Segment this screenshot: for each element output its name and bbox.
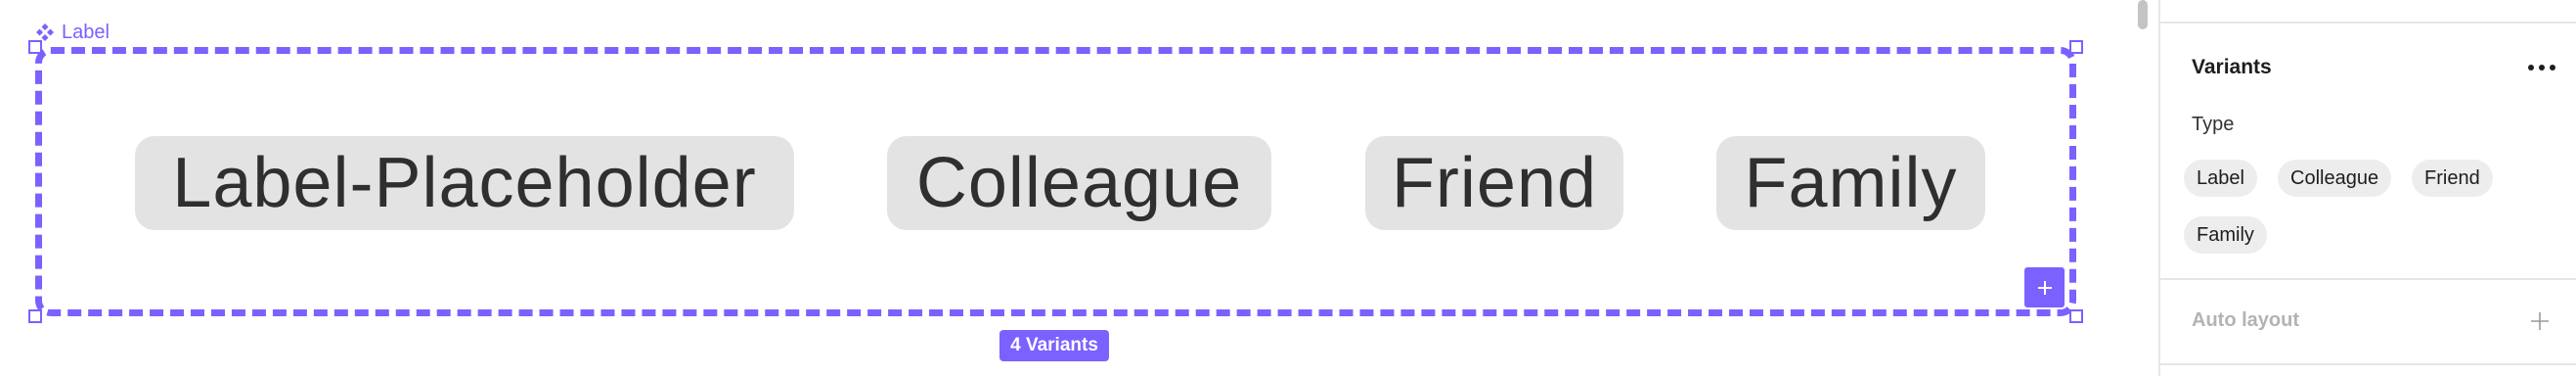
component-set-name: Label — [62, 21, 110, 43]
variant-count-badge: 4 Variants — [999, 330, 1109, 361]
more-horizontal-icon — [2528, 65, 2555, 70]
component-set-label[interactable]: Label — [35, 20, 110, 45]
variant-label-placeholder[interactable]: Label-Placeholder — [135, 136, 794, 230]
variant-family[interactable]: Family — [1716, 136, 1985, 230]
figma-editor: Label Label-Placeholder Colleague Friend… — [0, 0, 2576, 376]
panel-divider — [2160, 22, 2576, 24]
variants-section-title: Variants — [2192, 56, 2272, 78]
vertical-scrollbar[interactable] — [2138, 0, 2148, 29]
variants-more-button[interactable] — [2522, 54, 2561, 81]
plus-icon — [2531, 312, 2549, 330]
property-value-pill[interactable]: Family — [2184, 216, 2267, 254]
resize-handle-top-left[interactable] — [28, 40, 42, 54]
property-value-pill[interactable]: Friend — [2412, 160, 2493, 197]
component-set-icon — [36, 24, 54, 41]
resize-handle-bottom-right[interactable] — [2069, 309, 2083, 323]
panel-divider — [2160, 278, 2576, 280]
auto-layout-section-title: Auto layout — [2192, 309, 2299, 331]
property-value-pill[interactable]: Label — [2184, 160, 2257, 197]
panel-divider — [2160, 363, 2576, 365]
property-value-pill[interactable]: Colleague — [2278, 160, 2392, 197]
add-variant-button[interactable] — [2024, 267, 2065, 307]
resize-handle-bottom-left[interactable] — [28, 309, 42, 323]
property-name-type[interactable]: Type — [2192, 114, 2234, 136]
resize-handle-top-right[interactable] — [2069, 40, 2083, 54]
variant-colleague[interactable]: Colleague — [887, 136, 1271, 230]
add-auto-layout-button[interactable] — [2525, 306, 2554, 336]
properties-panel: Variants Type Label Colleague Friend Fam… — [2158, 0, 2576, 376]
variant-friend[interactable]: Friend — [1365, 136, 1623, 230]
design-canvas[interactable]: Label Label-Placeholder Colleague Friend… — [0, 0, 2158, 376]
plus-icon — [2037, 280, 2052, 295]
